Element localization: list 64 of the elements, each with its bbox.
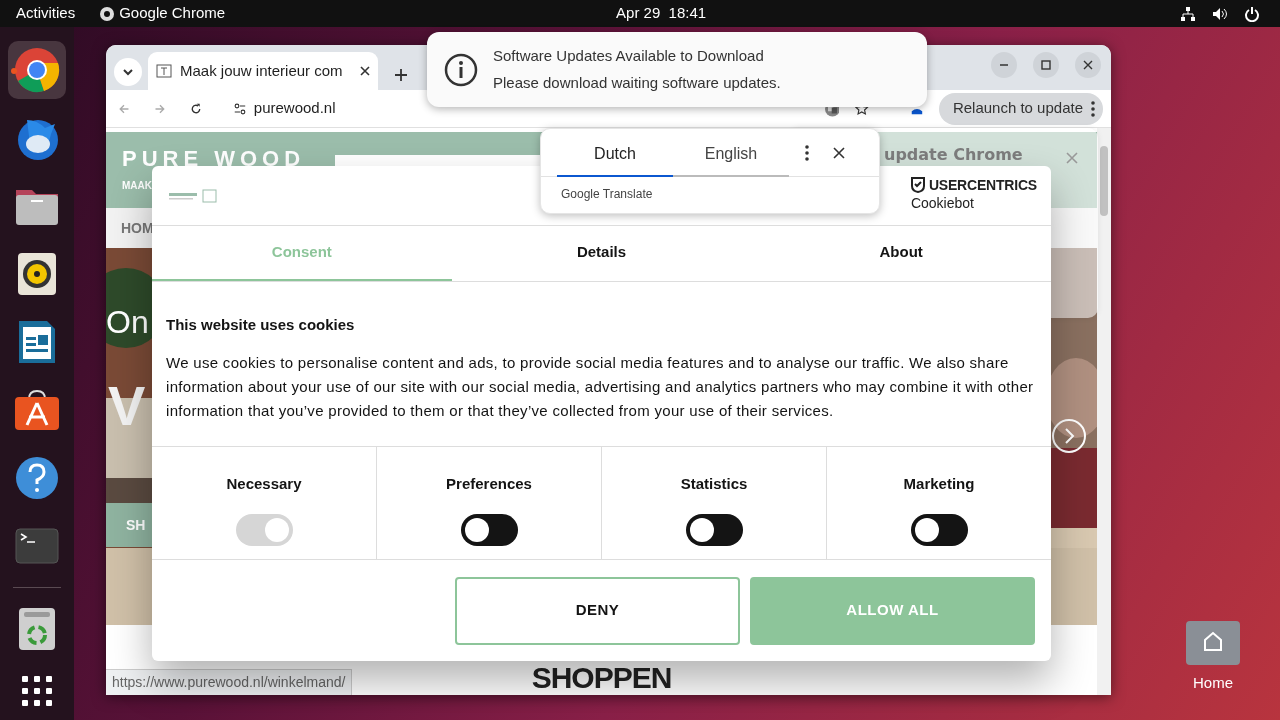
clock[interactable]: Apr 29 18:41	[616, 2, 707, 25]
dialog-heading: This website uses cookies	[166, 315, 356, 335]
network-icon[interactable]	[1180, 5, 1197, 22]
scrollbar[interactable]	[1097, 128, 1111, 695]
relaunch-button[interactable]: Relaunch to update	[938, 92, 1103, 125]
popup-title: update Chrome	[884, 145, 1023, 164]
trash-icon	[18, 607, 56, 651]
language-tab[interactable]: Dutch	[557, 128, 673, 177]
info-icon	[443, 51, 479, 88]
maximize-button[interactable]	[1033, 52, 1059, 78]
folder-label[interactable]: Home	[1193, 672, 1233, 695]
category-label: Necessary	[226, 474, 302, 494]
app-icon	[99, 5, 116, 22]
close-icon[interactable]	[360, 66, 370, 76]
category-label: Marketing	[903, 474, 975, 494]
tab-search-button[interactable]	[114, 58, 142, 86]
speaker-icon	[17, 252, 57, 296]
activities-button[interactable]: Activities	[16, 2, 76, 25]
favicon-icon	[156, 63, 172, 79]
next-slide-icon[interactable]	[1051, 418, 1087, 454]
chrome-icon	[14, 47, 60, 93]
section-heading: SHOPPEN	[531, 663, 672, 695]
minimize-button[interactable]	[991, 52, 1017, 78]
minimize-icon	[999, 64, 1009, 66]
dialog-tab[interactable]: About	[751, 226, 1051, 281]
toggle-switch[interactable]	[685, 513, 743, 546]
app-grid-icon[interactable]	[22, 676, 52, 706]
translate-brand: Google Translate	[561, 186, 653, 203]
deny-button[interactable]: DENY	[455, 576, 740, 645]
address-bar[interactable]: purewood.nl	[253, 97, 336, 120]
more-icon[interactable]	[1091, 100, 1095, 117]
brand-name: USERCENTRICS	[928, 178, 1037, 192]
close-button[interactable]	[1075, 52, 1101, 78]
notification[interactable]: Software Updates Available to Download Please download waiting software updates.	[427, 32, 927, 107]
shopping-bag-icon	[14, 389, 60, 431]
site-tagline: MAAK	[122, 178, 153, 193]
dialog-tab[interactable]: Details	[451, 226, 752, 281]
site-logo-icon	[168, 187, 218, 204]
dialog-text: We use cookies to personalise content and ads, to provide social media features and to analyse our traffic. We also share information about your use of our site with our social media, advertising and analytics partners who may combine it with other information that you’ve provided to them or that they’ve collected from your use of their services.	[166, 352, 1035, 421]
folder-icon[interactable]	[1185, 620, 1241, 666]
help-icon	[15, 456, 59, 500]
status-url: https://www.purewood.nl/winkelmand/	[106, 669, 353, 695]
notification-body: Please download waiting software updates.	[493, 72, 781, 93]
document-icon	[17, 319, 57, 365]
category-label: Statistics	[680, 474, 748, 494]
browser-tab[interactable]: Maak jouw interieur com	[148, 52, 378, 90]
more-icon[interactable]	[805, 144, 809, 161]
toggle-switch[interactable]	[460, 513, 518, 546]
maximize-icon	[1041, 60, 1051, 70]
language-tab[interactable]: English	[673, 128, 789, 177]
toggle-switch[interactable]	[910, 513, 968, 546]
shield-icon	[910, 177, 925, 193]
app-menu[interactable]: Google Chrome	[119, 2, 226, 25]
dock-item[interactable]	[8, 41, 66, 99]
new-tab-icon[interactable]	[394, 68, 408, 82]
caret-icon	[122, 68, 134, 76]
category-label: Preferences	[446, 474, 532, 494]
close-icon[interactable]	[833, 146, 845, 159]
terminal-icon	[15, 528, 59, 564]
hero-text: On	[106, 306, 149, 338]
notification-title: Software Updates Available to Download	[493, 46, 765, 66]
product-name: Cookiebot	[910, 194, 975, 213]
power-icon[interactable]	[1244, 5, 1261, 22]
close-icon	[1083, 60, 1093, 70]
